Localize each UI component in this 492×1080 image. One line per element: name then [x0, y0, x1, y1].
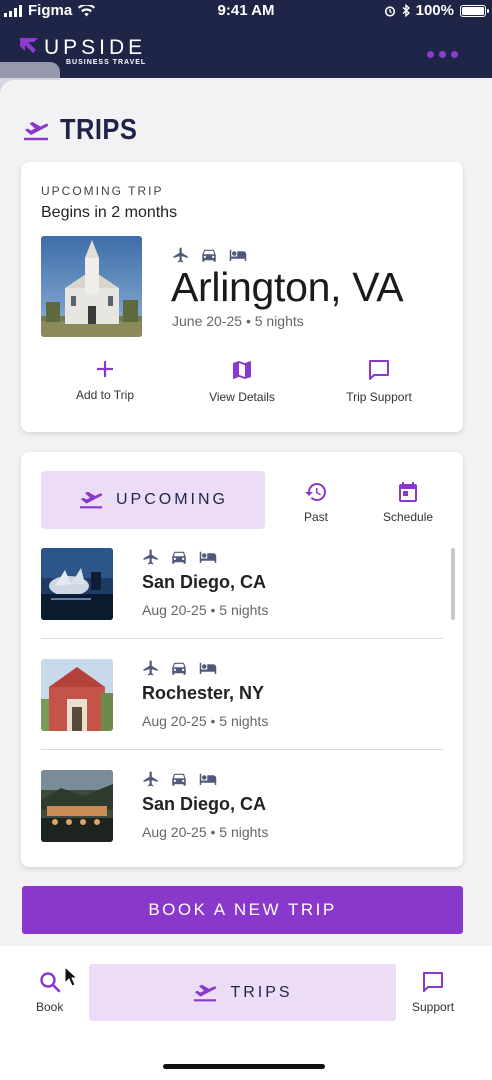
brand-name: UPSIDE [44, 36, 147, 59]
flight-icon [143, 549, 158, 565]
add-to-trip-button[interactable]: Add to Trip [45, 358, 165, 404]
nav-book-label: Book [36, 1000, 64, 1014]
add-to-trip-label: Add to Trip [75, 388, 135, 402]
trips-list-card: UPCOMING Past Schedule San Diego, CA Aug… [21, 452, 463, 867]
past-tab-label: Past [303, 510, 328, 524]
list-scrollbar[interactable] [451, 548, 455, 620]
brand-subtitle: BUSINESS TRAVEL [65, 59, 147, 66]
rochester-photo [41, 659, 113, 731]
search-icon [39, 972, 60, 993]
schedule-tab[interactable]: Schedule [383, 480, 433, 524]
bluetooth-icon [402, 4, 410, 17]
home-indicator[interactable] [163, 1064, 325, 1069]
plane-departure-icon [194, 984, 217, 1001]
flight-icon [143, 771, 158, 787]
san-diego-harbor-photo [41, 770, 113, 842]
flight-icon [143, 660, 158, 676]
flight-icon [173, 247, 188, 263]
map-icon [233, 361, 251, 379]
car-icon [172, 551, 186, 564]
san-diego-photo [41, 548, 113, 620]
upcoming-trip-card[interactable]: UPCOMING TRIP Begins in 2 months Arlingt… [21, 162, 463, 432]
upcoming-tab-label: UPCOMING [116, 491, 228, 508]
plane-departure-icon [80, 491, 103, 509]
row-divider [41, 749, 444, 750]
trip-support-button[interactable]: Trip Support [319, 358, 439, 404]
trip-dates: Aug 20-25 • 5 nights [142, 824, 269, 840]
plus-icon [97, 361, 113, 377]
battery-percent: 100% [415, 2, 454, 19]
app-header: Figma 9:41 AM 100% UPSIDE BUSINESS TRAVE… [0, 0, 492, 78]
nav-book[interactable]: Book [36, 970, 63, 1014]
car-icon [172, 773, 186, 786]
car-icon [172, 662, 186, 675]
trip-row-san-diego-2[interactable]: San Diego, CA Aug 20-25 • 5 nights [41, 770, 444, 881]
row-divider [41, 638, 444, 639]
upcoming-tab[interactable]: UPCOMING [41, 471, 265, 529]
more-dots-icon[interactable] [427, 51, 458, 58]
featured-trip-city: Arlington, VA [171, 264, 404, 310]
hotel-icon [199, 662, 217, 674]
trip-countdown: Begins in 2 months [41, 204, 178, 221]
plane-departure-icon [24, 121, 49, 140]
transport-icons [142, 548, 218, 566]
schedule-tab-label: Schedule [383, 510, 434, 524]
status-bar: Figma 9:41 AM 100% [0, 0, 492, 22]
trip-row-rochester[interactable]: Rochester, NY Aug 20-25 • 5 nights [41, 659, 444, 770]
hotel-icon [199, 773, 217, 785]
battery-icon [460, 4, 489, 17]
trip-row-san-diego[interactable]: San Diego, CA Aug 20-25 • 5 nights [41, 548, 444, 659]
transport-icons [172, 246, 248, 264]
mouse-cursor-icon [64, 966, 78, 987]
view-details-label: View Details [209, 390, 275, 404]
car-icon [202, 249, 216, 262]
trip-city: San Diego, CA [142, 794, 267, 814]
page-title: TRIPS [22, 114, 148, 147]
upcoming-trip-eyebrow: UPCOMING TRIP [41, 184, 164, 198]
hotel-icon [229, 249, 247, 261]
trip-actions: Add to Trip View Details Trip Support [21, 358, 463, 404]
trip-dates: Aug 20-25 • 5 nights [142, 713, 269, 729]
transport-icons [142, 659, 218, 677]
nav-trips[interactable]: TRIPS [89, 964, 396, 1021]
nav-support-label: Support [412, 1000, 455, 1014]
upside-logo-icon [20, 38, 38, 53]
arlington-church-photo [41, 236, 142, 337]
past-tab[interactable]: Past [303, 480, 329, 524]
history-icon [305, 483, 326, 501]
page-title-text: TRIPS [60, 114, 138, 146]
trip-city: San Diego, CA [142, 572, 267, 592]
featured-trip-dates: June 20-25 • 5 nights [172, 313, 304, 329]
book-new-trip-button[interactable]: BOOK A NEW TRIP [22, 886, 463, 934]
nav-trips-label: TRIPS [230, 983, 293, 1001]
transport-icons [142, 770, 218, 788]
chat-icon [423, 972, 444, 992]
trip-city: Rochester, NY [142, 683, 265, 703]
chat-icon [369, 360, 389, 380]
hotel-icon [199, 551, 217, 563]
trip-dates: Aug 20-25 • 5 nights [142, 602, 269, 618]
trip-support-label: Trip Support [346, 390, 412, 404]
calendar-icon [399, 482, 418, 502]
alarm-icon [384, 5, 395, 17]
nav-support[interactable]: Support [412, 970, 454, 1014]
view-details-button[interactable]: View Details [182, 358, 302, 404]
